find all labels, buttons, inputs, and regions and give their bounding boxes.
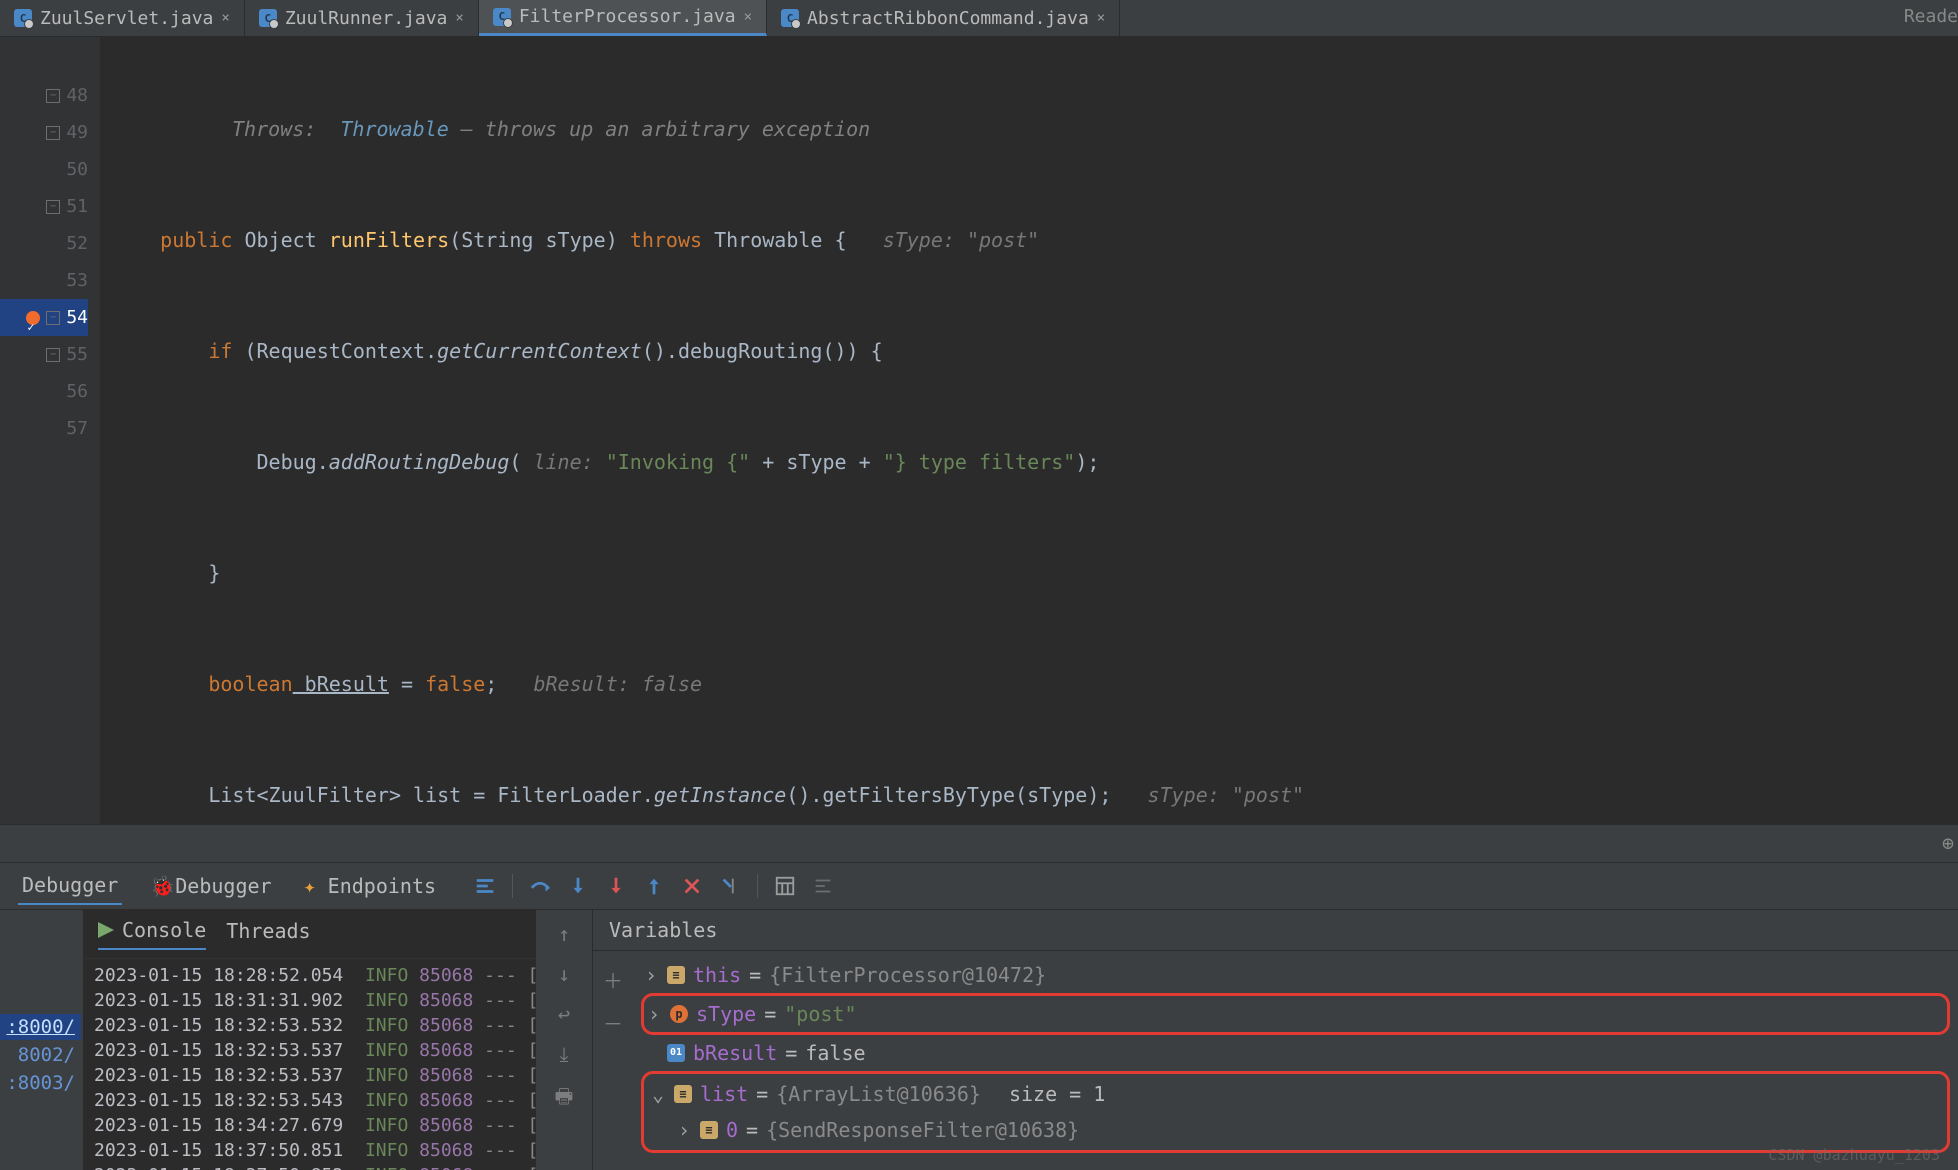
step-out-icon[interactable] [643,875,665,897]
evaluate-icon[interactable] [774,875,796,897]
console-pane: Console Threads 2023-01-15 18:28:52.054 … [84,910,536,1170]
code-line: if (RequestContext.getCurrentContext().d… [112,333,1946,370]
var-bresult[interactable]: 01 bResult = false [641,1035,1950,1071]
remove-watch-icon[interactable]: － [603,1008,623,1037]
log-line: 2023-01-15 18:32:53.537 INFO 85068 --- [… [94,1063,526,1088]
line-number: 54 [66,299,88,336]
trace-icon[interactable] [812,875,834,897]
log-line: 2023-01-15 18:34:27.679 INFO 85068 --- [… [94,1113,526,1138]
fold-icon[interactable]: − [46,200,60,214]
wrap-icon[interactable]: ↩ [558,1002,570,1026]
java-file-icon: C [259,9,277,27]
line-number: 56 [66,373,88,410]
tab-label: ZuulServlet.java [40,8,213,29]
tab-zuulrunner[interactable]: C ZuulRunner.java × [245,0,479,36]
debugger-tab[interactable]: Debugger [18,867,122,905]
debugger-panel: ⊕ Debugger 🐞Debugger ✦ Endpoints [0,824,1958,1170]
var-list-0[interactable]: ›≡ 0 = {SendResponseFilter@10638} [648,1112,1943,1148]
var-nav-rail: ↑ ↓ ↩ ⤓ 🖶 [536,910,592,1170]
add-watch-icon[interactable]: ＋ [603,965,623,994]
variables-tree[interactable]: ›≡ this = {FilterProcessor@10472} ›p sTy… [633,951,1958,1170]
endpoints-tab[interactable]: ✦ Endpoints [300,868,440,904]
fold-icon[interactable]: − [46,89,60,103]
var-this[interactable]: ›≡ this = {FilterProcessor@10472} [641,957,1950,993]
step-into-icon[interactable] [567,875,589,897]
frame-link[interactable]: :8000/ [0,1014,81,1040]
editor: −48 −49 50 −51 52 53 −54 −55 56 57 Throw… [0,37,1958,824]
tab-zuulservlet[interactable]: C ZuulServlet.java × [0,0,245,36]
log-line: 2023-01-15 18:31:31.902 INFO 85068 --- [… [94,988,526,1013]
code-line: } [112,555,1946,592]
gutter: −48 −49 50 −51 52 53 −54 −55 56 57 [0,37,100,824]
javadoc-line: Throws: Throwable – throws up an arbitra… [112,111,1946,148]
line-number: 49 [66,114,88,151]
close-icon[interactable]: × [221,10,229,26]
down-icon[interactable]: ↓ [558,962,570,986]
drop-frame-icon[interactable] [681,875,703,897]
log-line: 2023-01-15 18:37:50.851 INFO 85068 --- [… [94,1138,526,1163]
reader-mode-hint[interactable]: Reade [1904,0,1958,36]
tab-label: FilterProcessor.java [519,6,736,27]
java-file-icon: C [14,9,32,27]
line-number: 52 [66,225,88,262]
fold-icon[interactable]: − [46,348,60,362]
debugger-tabs: Debugger 🐞Debugger ✦ Endpoints [0,863,1958,910]
line-number: 53 [66,262,88,299]
editor-tabs: C ZuulServlet.java × C ZuulRunner.java ×… [0,0,1958,37]
close-icon[interactable]: × [455,10,463,26]
log-line: 2023-01-15 18:28:52.054 INFO 85068 --- [… [94,963,526,988]
run-to-cursor-icon[interactable] [719,875,741,897]
log-line: 2023-01-15 18:32:53.543 INFO 85068 --- [… [94,1088,526,1113]
layout-icon[interactable]: ⊕ [1942,831,1954,855]
fold-icon[interactable]: − [46,311,60,325]
code-line: boolean bResult = false; bResult: false [112,666,1946,703]
log-line: 2023-01-15 18:32:53.532 INFO 85068 --- [… [94,1013,526,1038]
code-line: List<ZuulFilter> list = FilterLoader.get… [112,777,1946,814]
frame-link[interactable]: 8002/ [12,1042,81,1068]
java-file-icon: C [493,8,511,26]
print-icon[interactable]: 🖶 [555,1082,574,1116]
variables-pane: Variables ＋ － ›≡ this = {FilterProcessor… [592,910,1958,1170]
breakpoint-icon[interactable] [26,311,40,325]
var-stype[interactable]: ›p sType = "post" [641,993,1950,1035]
scroll-end-icon[interactable]: ⤓ [560,1042,569,1066]
console-tab[interactable]: Console [98,918,206,950]
code-line: public Object runFilters(String sType) t… [112,222,1946,259]
log-line: 2023-01-15 18:37:50.852 INFO 85068 --- [… [94,1163,526,1170]
tab-filterprocessor[interactable]: C FilterProcessor.java × [479,0,767,36]
tab-abstractribboncommand[interactable]: C AbstractRibbonCommand.java × [767,0,1120,36]
frame-link[interactable]: :8003/ [0,1070,81,1096]
step-over-icon[interactable] [529,875,551,897]
line-number: 48 [66,77,88,114]
java-file-icon: C [781,9,799,27]
console-output[interactable]: 2023-01-15 18:28:52.054 INFO 85068 --- [… [84,959,536,1170]
watermark: CSDN @bazhuayu_1203 [1768,1146,1940,1164]
play-icon [98,922,114,938]
fold-icon[interactable]: − [46,126,60,140]
code-line: Debug.addRoutingDebug( line: "Invoking {… [112,444,1946,481]
close-icon[interactable]: × [744,9,752,25]
var-list[interactable]: ⌄≡ list = {ArrayList@10636} size = 1 [648,1076,1943,1112]
debugger-tab-bug[interactable]: 🐞Debugger [146,868,275,904]
line-number: 50 [66,151,88,188]
variables-label: Variables [593,910,1958,951]
close-icon[interactable]: × [1097,10,1105,26]
frame-rail: :8000/ 8002/ :8003/ [0,910,84,1170]
line-number: 51 [66,188,88,225]
log-line: 2023-01-15 18:32:53.537 INFO 85068 --- [… [94,1038,526,1063]
code-area[interactable]: Throws: Throwable – throws up an arbitra… [100,37,1958,824]
tab-label: ZuulRunner.java [285,8,448,29]
show-execution-icon[interactable] [474,875,496,897]
line-number: 55 [66,336,88,373]
threads-tab[interactable]: Threads [226,919,310,949]
line-number: 57 [66,410,88,447]
up-icon[interactable]: ↑ [558,922,570,946]
force-step-into-icon[interactable] [605,875,627,897]
tab-label: AbstractRibbonCommand.java [807,8,1089,29]
